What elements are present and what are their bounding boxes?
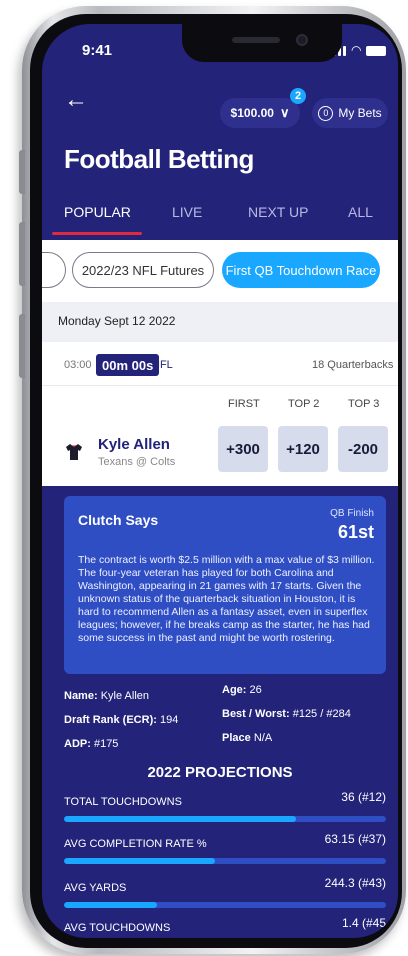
projection-label: AVG TOUCHDOWNS (64, 922, 171, 934)
clutch-insight-card: Clutch Says QB Finish 61st The contract … (64, 496, 386, 674)
notification-badge: 2 (290, 88, 306, 104)
qb-finish-value: 61st (337, 522, 374, 542)
league-label: NFL (152, 359, 173, 371)
column-first: FIRST (228, 398, 260, 410)
balance-amount: $100.00 (230, 106, 274, 120)
projection-bar (64, 902, 386, 908)
bets-count: 0 (318, 105, 334, 121)
countdown-timer: 00m 00s (96, 354, 160, 376)
balance-dropdown[interactable]: $100.00 ∨ (220, 98, 300, 128)
projection-bar-fill (64, 858, 216, 864)
event-time: 03:00 (64, 359, 92, 371)
chevron-down-icon: ∨ (279, 105, 290, 120)
speaker-grille (232, 37, 280, 43)
page-title: Football Betting (64, 144, 254, 174)
my-bets-button[interactable]: 0 My Bets (312, 98, 388, 128)
status-time: 9:41 (82, 42, 113, 59)
active-tab-indicator (52, 232, 142, 235)
event-row: 03:00 00m 00s NFL 18 Quarterbacks (42, 346, 398, 386)
event-date: Monday Sept 12 2022 (58, 314, 176, 328)
volume-up-button (19, 222, 25, 286)
projection-label: TOTAL TOUCHDOWNS (64, 796, 182, 808)
projection-label: AVG COMPLETION RATE % (64, 838, 207, 850)
projection-bar-fill (64, 902, 158, 908)
player-name[interactable]: Kyle Allen (98, 436, 170, 453)
player-row: FIRST TOP 2 TOP 3 Kyle Allen Texans @ Co… (42, 388, 398, 486)
notch (182, 24, 342, 62)
projection-value: 1.4 (#45 (341, 916, 386, 930)
clutch-analysis-text: The contract is worth $2.5 million with … (78, 554, 375, 644)
player-matchup: Texans @ Colts (98, 456, 176, 468)
quarterback-count: 18 Quarterbacks (312, 359, 394, 371)
tab-live[interactable]: LIVE (172, 204, 202, 220)
filter-chip-nfl-futures[interactable]: 2022/23 NFL Futures (72, 252, 214, 288)
stat-adp: ADP: #175 (64, 738, 119, 750)
jersey-icon (66, 444, 82, 460)
column-top-2: TOP 2 (288, 398, 320, 410)
volume-down-button (19, 314, 25, 378)
back-arrow-icon[interactable]: ← (64, 88, 88, 112)
qb-finish-label: QB Finish (330, 508, 374, 519)
tab-popular[interactable]: POPULAR (64, 204, 131, 220)
stat-draft-rank: Draft Rank (ECR): 194 (64, 714, 179, 726)
odds-first-button[interactable]: +300 (218, 426, 268, 472)
projection-value: 63.15 (#37) (324, 832, 386, 846)
my-bets-label: My Bets (338, 106, 382, 120)
projection-bar-fill (64, 816, 296, 822)
front-camera (296, 34, 308, 46)
tab-all[interactable]: ALL (348, 204, 373, 220)
battery-icon (366, 46, 387, 56)
mute-switch (19, 150, 25, 194)
tab-bar: POPULAR LIVE NEXT UP ALL (42, 200, 398, 240)
market-panel: 2022/23 NFL Futures First QB Touchdown R… (42, 240, 398, 486)
wifi-icon: ◠ (351, 43, 362, 57)
tab-next-up[interactable]: NEXT UP (248, 204, 308, 220)
app-screen: 9:41 ◠ ← $100.00 ∨ 2 0 My Bets Football … (42, 24, 398, 938)
column-top-3: TOP 3 (348, 398, 380, 410)
stat-best-worst: Best / Worst: #125 / #284 (222, 708, 351, 720)
odds-top-3-button[interactable]: -200 (338, 426, 388, 472)
date-header: Monday Sept 12 2022 (42, 302, 398, 342)
projections-title: 2022 PROJECTIONS (147, 764, 293, 781)
projection-bar (64, 816, 386, 822)
filter-chip-previous[interactable] (42, 252, 66, 288)
projection-bar (64, 858, 386, 864)
projection-value: 244.3 (#43) (324, 876, 386, 890)
clutch-title: Clutch Says (78, 512, 159, 528)
filter-chips: 2022/23 NFL Futures First QB Touchdown R… (42, 252, 398, 292)
projection-value: 36 (#12) (341, 790, 386, 804)
projection-label: AVG YARDS (64, 882, 127, 894)
stat-place: Place N/A (222, 732, 273, 744)
stat-age: Age: 26 (222, 684, 262, 696)
odds-top-2-button[interactable]: +120 (278, 426, 328, 472)
filter-chip-first-qb-td[interactable]: First QB Touchdown Race (222, 252, 380, 288)
stat-name: Name: Kyle Allen (64, 690, 149, 702)
